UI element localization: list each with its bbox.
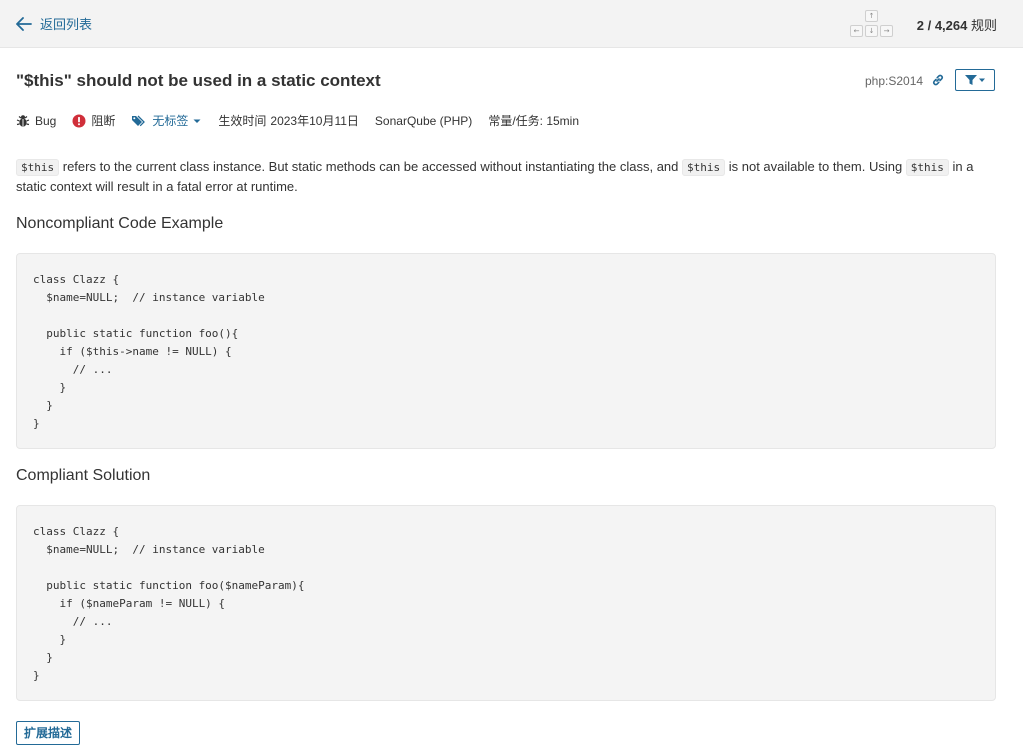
key-right-icon: → bbox=[880, 25, 893, 37]
key-down-icon: ↓ bbox=[865, 25, 878, 37]
keyboard-shortcuts-hint: ↑ ← ↓ → bbox=[850, 10, 894, 40]
rule-type: Bug bbox=[16, 114, 56, 128]
rule-counter: 2 / 4,264 规则 bbox=[917, 15, 997, 34]
counter-separator: / bbox=[923, 18, 935, 33]
description-text: is not available to them. Using bbox=[725, 159, 906, 174]
compliant-code-block: class Clazz { $name=NULL; // instance va… bbox=[16, 505, 996, 701]
blocker-severity-icon bbox=[72, 114, 86, 127]
effective-date-label: 生效时间 bbox=[218, 114, 267, 128]
noncompliant-heading: Noncompliant Code Example bbox=[16, 215, 224, 232]
counter-total: 4,264 bbox=[934, 18, 968, 33]
rule-description: $this refers to the current class instan… bbox=[16, 157, 991, 196]
counter-suffix: 规则 bbox=[967, 18, 997, 33]
key-up-icon: ↑ bbox=[865, 10, 878, 22]
caret-down-icon bbox=[193, 119, 201, 123]
rule-meta-row: Bug 阻断 无标签 生效时间 2023年10月11日 SonarQube (P… bbox=[16, 112, 595, 129]
top-bar: 返回列表 ↑ ← ↓ → 2 / 4,264 规则 bbox=[0, 0, 1023, 48]
rule-title: "$this" should not be used in a static c… bbox=[16, 71, 381, 90]
permalink-icon[interactable] bbox=[931, 73, 945, 90]
arrow-left-icon bbox=[16, 16, 32, 31]
extend-description-button[interactable]: 扩展描述 bbox=[16, 721, 81, 745]
tags-dropdown[interactable]: 无标签 bbox=[131, 112, 202, 129]
rule-repository: SonarQube (PHP) bbox=[374, 113, 473, 128]
remediation-effort: 常量/任务: 15min bbox=[488, 114, 579, 128]
filter-similar-issues-button[interactable] bbox=[955, 69, 995, 91]
effective-date: 生效时间 2023年10月11日 bbox=[218, 112, 359, 129]
rule-severity: 阻断 bbox=[72, 112, 115, 129]
tags-label: 无标签 bbox=[152, 114, 189, 128]
counter-current: 2 bbox=[916, 18, 924, 33]
description-text: refers to the current class instance. Bu… bbox=[59, 159, 683, 174]
noncompliant-code-block: class Clazz { $name=NULL; // instance va… bbox=[16, 253, 996, 449]
back-to-list-label: 返回列表 bbox=[40, 17, 93, 32]
inline-code: $this bbox=[682, 159, 726, 176]
tag-icon bbox=[132, 115, 146, 126]
effective-date-value: 2023年10月11日 bbox=[270, 114, 359, 128]
rule-key: php:S2014 bbox=[865, 74, 924, 88]
inline-code: $this bbox=[16, 159, 60, 176]
filter-icon bbox=[965, 75, 985, 85]
rule-type-label: Bug bbox=[35, 113, 57, 128]
key-left-icon: ← bbox=[850, 25, 863, 37]
rule-severity-label: 阻断 bbox=[91, 114, 116, 128]
back-to-list-link[interactable]: 返回列表 bbox=[16, 14, 92, 33]
inline-code: $this bbox=[905, 159, 949, 176]
bug-icon bbox=[16, 114, 30, 127]
compliant-heading: Compliant Solution bbox=[16, 467, 151, 484]
